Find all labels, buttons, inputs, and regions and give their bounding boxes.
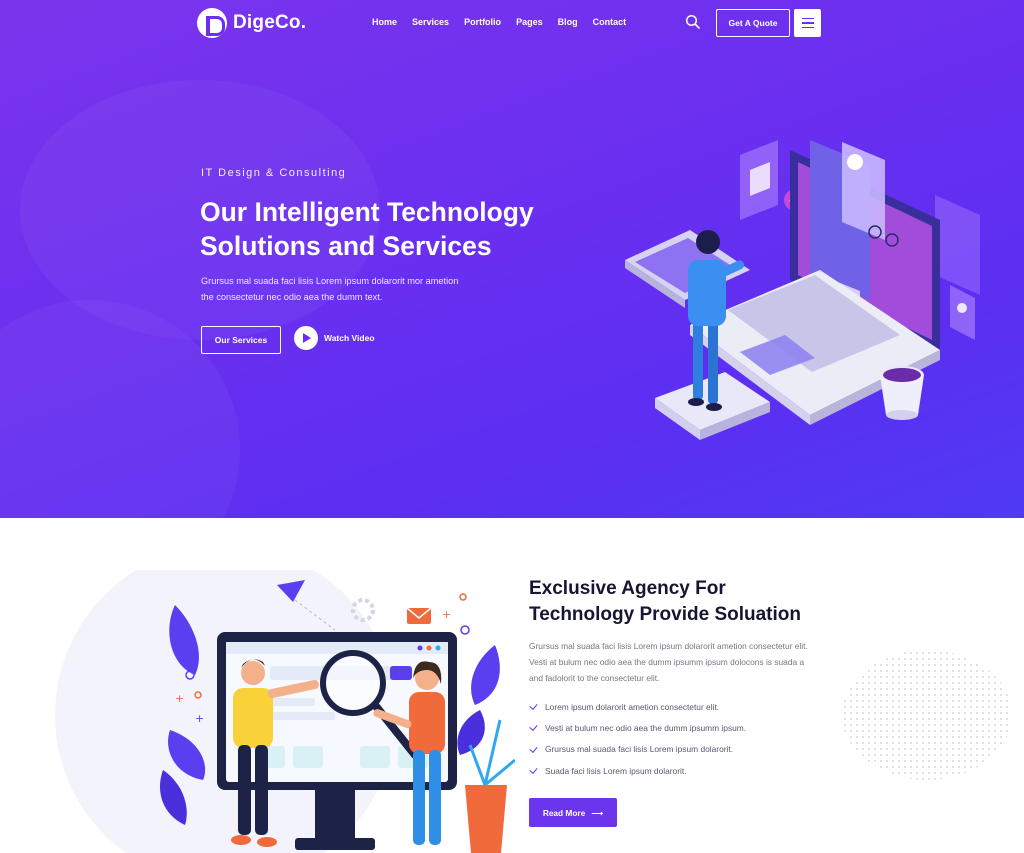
arrow-right-icon: ⟶ bbox=[591, 807, 604, 818]
hero-description: Grursus mal suada faci lisis Lorem ipsum… bbox=[201, 273, 501, 305]
checklist-item: Lorem ipsum dolarorit ametion consectetu… bbox=[529, 696, 746, 717]
svg-text:+: + bbox=[175, 692, 184, 705]
about-title-line-2: Technology Provide Soluation bbox=[529, 604, 802, 625]
main-menu: Home Services Portfolio Pages Blog Conta… bbox=[372, 17, 641, 27]
watch-video-label: Watch Video bbox=[324, 333, 375, 343]
check-icon bbox=[529, 766, 538, 775]
about-description-line-3: and fadolorit to the consectetur elit. bbox=[529, 673, 660, 683]
read-more-label: Read More bbox=[542, 807, 586, 818]
read-more-button[interactable]: Read More ⟶ bbox=[529, 798, 617, 827]
check-icon bbox=[529, 723, 538, 732]
checklist-item-text: Suada faci lisis Lorem ipsum dolarorit. bbox=[545, 765, 687, 776]
about-description-line-1: Grursus mal suada faci lisis Lorem ipsum… bbox=[529, 641, 808, 651]
our-services-button[interactable]: Our Services bbox=[201, 326, 281, 354]
check-icon bbox=[529, 745, 538, 754]
feature-checklist: Lorem ipsum dolarorit ametion consectetu… bbox=[529, 696, 746, 781]
nav-item-home[interactable]: Home bbox=[372, 17, 397, 27]
watch-video-button[interactable]: Watch Video bbox=[294, 326, 375, 350]
hero-title-line-2: Solutions and Services bbox=[200, 231, 492, 261]
checklist-item: Suada faci lisis Lorem ipsum dolarorit. bbox=[529, 760, 746, 781]
search-icon[interactable] bbox=[685, 14, 701, 30]
nav-item-blog[interactable]: Blog bbox=[558, 17, 578, 27]
svg-text:+: + bbox=[442, 608, 451, 621]
hero-title-line-1: Our Intelligent Technology bbox=[200, 197, 534, 227]
hero-eyebrow: IT Design & Consulting bbox=[201, 167, 347, 179]
hero-section: DigeCo. Home Services Portfolio Pages Bl… bbox=[0, 0, 1024, 518]
about-description-line-2: Vesti at bulum nec odio aea the dumm ips… bbox=[529, 657, 805, 667]
hero-description-line-1: Grursus mal suada faci lisis Lorem ipsum… bbox=[201, 276, 459, 286]
brand-logo[interactable]: DigeCo. bbox=[197, 8, 306, 38]
hamburger-menu-icon[interactable] bbox=[794, 9, 821, 37]
nav-item-pages[interactable]: Pages bbox=[516, 17, 543, 27]
about-illustration: + + + bbox=[55, 570, 515, 853]
check-icon bbox=[529, 702, 538, 711]
about-title-line-1: Exclusive Agency For bbox=[529, 578, 726, 599]
checklist-item: Grursus mal suada faci lisis Lorem ipsum… bbox=[529, 739, 746, 760]
nav-item-services[interactable]: Services bbox=[412, 17, 449, 27]
checklist-item-text: Lorem ipsum dolarorit ametion consectetu… bbox=[545, 701, 720, 712]
checklist-item-text: Vesti at bulum nec odio aea the dumm ips… bbox=[545, 722, 747, 733]
dot-pattern-decoration bbox=[842, 650, 1012, 780]
checklist-item-text: Grursus mal suada faci lisis Lorem ipsum… bbox=[545, 744, 734, 755]
get-a-quote-button[interactable]: Get A Quote bbox=[716, 9, 790, 37]
hero-title: Our Intelligent Technology Solutions and… bbox=[200, 195, 600, 263]
brand-name: DigeCo. bbox=[233, 12, 307, 33]
logo-icon bbox=[197, 8, 227, 38]
hero-illustration bbox=[625, 140, 980, 440]
svg-text:+: + bbox=[195, 712, 204, 725]
about-title: Exclusive Agency For Technology Provide … bbox=[529, 576, 849, 628]
about-description: Grursus mal suada faci lisis Lorem ipsum… bbox=[529, 638, 829, 686]
checklist-item: Vesti at bulum nec odio aea the dumm ips… bbox=[529, 717, 746, 738]
play-icon bbox=[294, 326, 318, 350]
top-navbar: DigeCo. Home Services Portfolio Pages Bl… bbox=[0, 0, 1024, 46]
nav-item-contact[interactable]: Contact bbox=[593, 17, 627, 27]
nav-item-portfolio[interactable]: Portfolio bbox=[464, 17, 501, 27]
hero-description-line-2: the consectetur nec odio aea the dumm te… bbox=[201, 292, 383, 302]
